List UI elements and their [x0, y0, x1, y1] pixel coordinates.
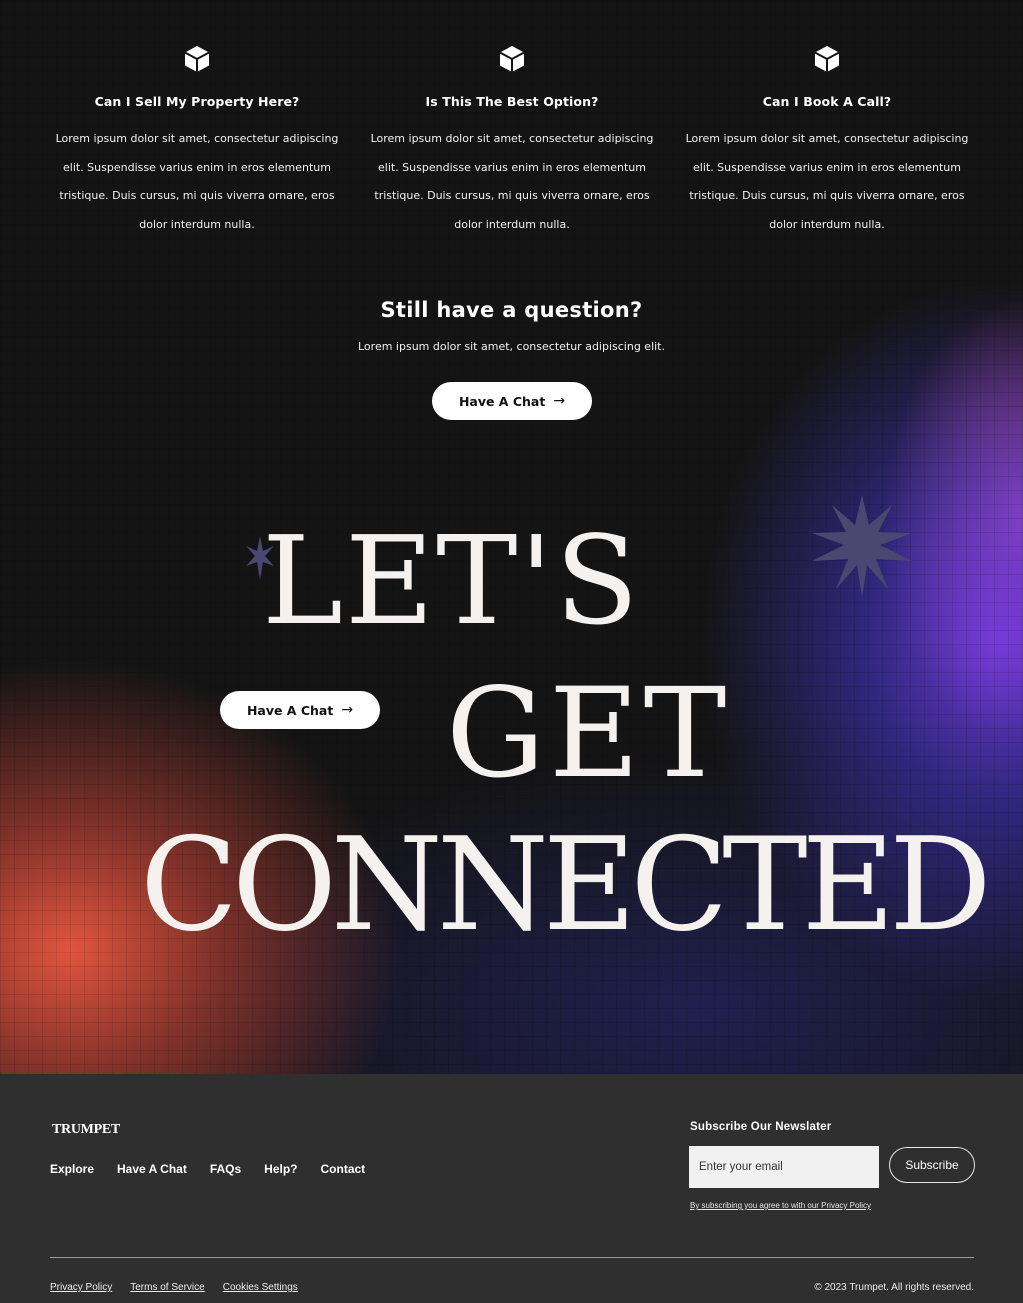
footer-link-contact[interactable]: Contact	[321, 1162, 366, 1176]
button-label: Have A Chat	[458, 393, 546, 409]
newsletter-disclaimer[interactable]: By subscribing you agree to with our Pri…	[690, 1201, 871, 1210]
footer-link-have-a-chat[interactable]: Have A Chat	[117, 1162, 187, 1176]
newsletter-title: Subscribe Our Newslater	[690, 1121, 832, 1133]
trumpet-logo[interactable]: TRUMPET	[52, 1122, 120, 1138]
legal-links: Privacy Policy Terms of Service Cookies …	[50, 1282, 298, 1293]
email-field[interactable]	[689, 1146, 879, 1188]
arrow-right-icon: →	[341, 702, 354, 718]
footer-divider	[50, 1257, 974, 1258]
footer-nav: Explore Have A Chat FAQs Help? Contact	[50, 1162, 365, 1176]
cube-icon	[184, 46, 210, 72]
faq-title: Is This The Best Option?	[425, 94, 599, 109]
faq-text: Lorem ipsum dolor sit amet, consectetur …	[370, 132, 654, 231]
faq-item: Can I Sell My Property Here? Lorem ipsum…	[47, 44, 347, 239]
cookies-settings-link[interactable]: Cookies Settings	[223, 1282, 298, 1293]
star-icon	[812, 495, 912, 597]
hero-section: Can I Sell My Property Here? Lorem ipsum…	[0, 0, 1023, 1074]
faq-title: Can I Sell My Property Here?	[94, 94, 300, 109]
headline-line-3: CONNECTED	[140, 811, 992, 960]
arrow-right-icon: →	[553, 393, 566, 409]
headline-line-2: GET	[446, 662, 731, 806]
terms-of-service-link[interactable]: Terms of Service	[130, 1282, 204, 1293]
footer: TRUMPET Explore Have A Chat FAQs Help? C…	[0, 1074, 1023, 1303]
cube-icon	[814, 46, 840, 72]
footer-link-explore[interactable]: Explore	[50, 1162, 94, 1176]
have-a-chat-cta-button[interactable]: Have A Chat →	[220, 691, 380, 729]
faq-text: Lorem ipsum dolor sit amet, consectetur …	[685, 132, 969, 231]
footer-link-help[interactable]: Help?	[264, 1162, 297, 1176]
question-block: Still have a question? Lorem ipsum dolor…	[0, 298, 1023, 353]
faq-item: Can I Book A Call? Lorem ipsum dolor sit…	[677, 44, 977, 239]
copyright: © 2023 Trumpet. All rights reserved.	[814, 1282, 974, 1293]
headline-line-1: LET'S	[262, 510, 641, 652]
button-label: Have A Chat	[246, 702, 334, 718]
footer-link-faqs[interactable]: FAQs	[210, 1162, 241, 1176]
have-a-chat-button[interactable]: Have A Chat →	[432, 382, 592, 420]
privacy-policy-link[interactable]: Privacy Policy	[50, 1282, 112, 1293]
faq-text: Lorem ipsum dolor sit amet, consectetur …	[55, 132, 339, 231]
question-title: Still have a question?	[380, 298, 643, 322]
faq-title: Can I Book A Call?	[762, 94, 892, 109]
question-text: Lorem ipsum dolor sit amet, consectetur …	[358, 340, 665, 353]
faq-item: Is This The Best Option? Lorem ipsum dol…	[362, 44, 662, 239]
subscribe-button[interactable]: Subscribe	[889, 1147, 975, 1183]
cube-icon	[499, 46, 525, 72]
